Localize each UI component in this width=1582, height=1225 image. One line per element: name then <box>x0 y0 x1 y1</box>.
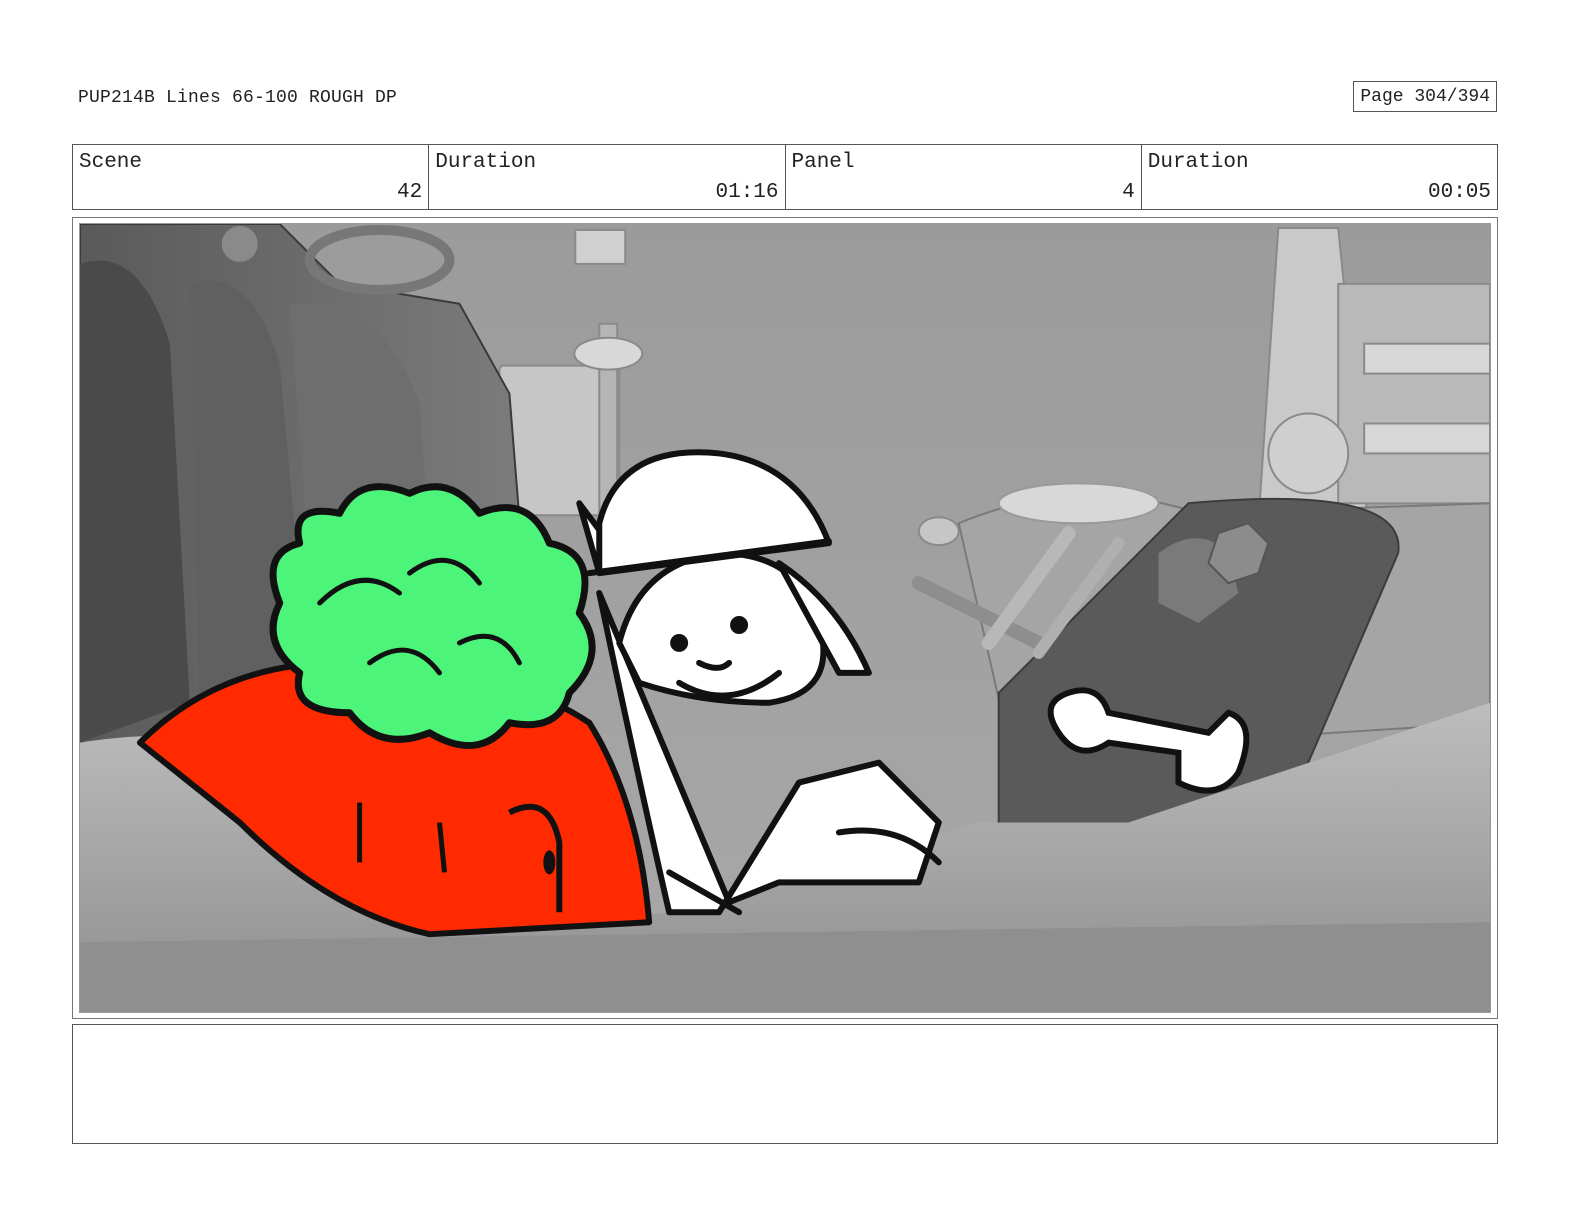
storyboard-panel-frame <box>72 217 1498 1019</box>
panel-duration-value: 00:05 <box>1427 181 1491 204</box>
scene-label: Scene <box>79 151 143 174</box>
scene-number: 42 <box>397 181 423 204</box>
storyboard-scene-svg <box>80 224 1490 1012</box>
panel-number: 4 <box>1122 181 1135 204</box>
panel-notes-box <box>72 1024 1498 1144</box>
page-number: Page 304/394 <box>1353 81 1497 112</box>
document-title: PUP214B Lines 66-100 ROUGH DP <box>78 88 398 108</box>
storyboard-drawing <box>79 223 1491 1013</box>
panel-label: Panel <box>791 151 855 174</box>
scene-duration-cell: Duration 01:16 <box>429 145 786 209</box>
scene-cell: Scene 42 <box>73 145 430 209</box>
pot-door-knob <box>543 850 556 875</box>
panel-duration-label: Duration <box>1147 151 1249 174</box>
panel-cell: Panel 4 <box>786 145 1142 209</box>
scene-duration-value: 01:16 <box>715 181 779 204</box>
panel-duration-cell: Duration 00:05 <box>1142 145 1497 209</box>
panel-info-table: Scene 42 Duration 01:16 Panel 4 Duration… <box>72 144 1498 210</box>
scene-duration-label: Duration <box>435 151 537 174</box>
